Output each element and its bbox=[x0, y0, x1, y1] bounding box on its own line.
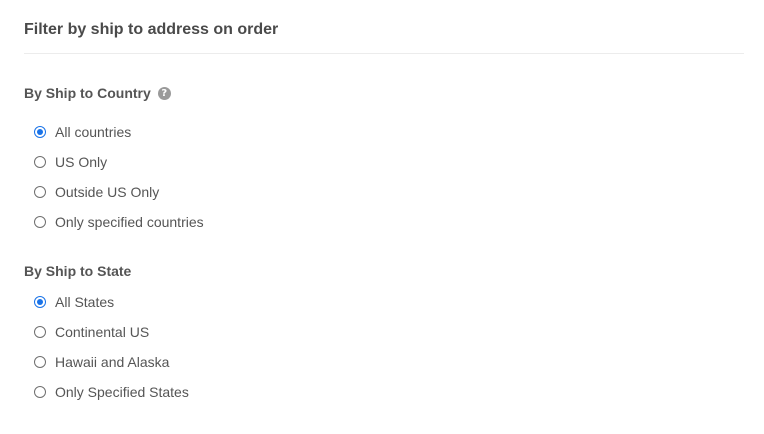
section-title: Filter by ship to address on order bbox=[24, 21, 279, 38]
question-circle-icon[interactable]: ? bbox=[157, 86, 171, 100]
radio-label: Only specified countries bbox=[55, 214, 204, 230]
radio-label: Continental US bbox=[55, 324, 150, 340]
radio-button[interactable] bbox=[34, 326, 46, 338]
state-option-specified-states[interactable]: Only Specified States bbox=[34, 382, 189, 402]
country-option-us-only[interactable]: US Only bbox=[34, 152, 107, 172]
radio-label: All States bbox=[55, 294, 115, 310]
divider bbox=[24, 53, 744, 54]
radio-label: Hawaii and Alaska bbox=[55, 354, 170, 370]
state-option-continental-us[interactable]: Continental US bbox=[34, 322, 149, 342]
radio-button[interactable] bbox=[34, 296, 46, 308]
radio-button[interactable] bbox=[34, 356, 46, 368]
radio-label: Only Specified States bbox=[55, 384, 189, 400]
ship-to-state-group-label: By Ship to State bbox=[24, 262, 131, 280]
radio-label: All countries bbox=[55, 124, 132, 140]
radio-button[interactable] bbox=[34, 126, 46, 138]
radio-button[interactable] bbox=[34, 186, 46, 198]
radio-label: US Only bbox=[55, 154, 108, 170]
ship-to-state-label: By Ship to State bbox=[24, 263, 132, 279]
country-option-specified-countries[interactable]: Only specified countries bbox=[34, 212, 204, 232]
filter-panel: Filter by ship to address on order By Sh… bbox=[0, 0, 764, 434]
ship-to-country-group-label: By Ship to Country ? bbox=[24, 84, 171, 102]
radio-button[interactable] bbox=[34, 216, 46, 228]
country-option-outside-us-only[interactable]: Outside US Only bbox=[34, 182, 159, 202]
state-option-hawaii-alaska[interactable]: Hawaii and Alaska bbox=[34, 352, 169, 372]
radio-button[interactable] bbox=[34, 386, 46, 398]
state-option-all-states[interactable]: All States bbox=[34, 292, 114, 312]
country-option-all-countries[interactable]: All countries bbox=[34, 122, 131, 142]
radio-button[interactable] bbox=[34, 156, 46, 168]
ship-to-country-label: By Ship to Country bbox=[24, 85, 151, 101]
radio-label: Outside US Only bbox=[55, 184, 160, 200]
